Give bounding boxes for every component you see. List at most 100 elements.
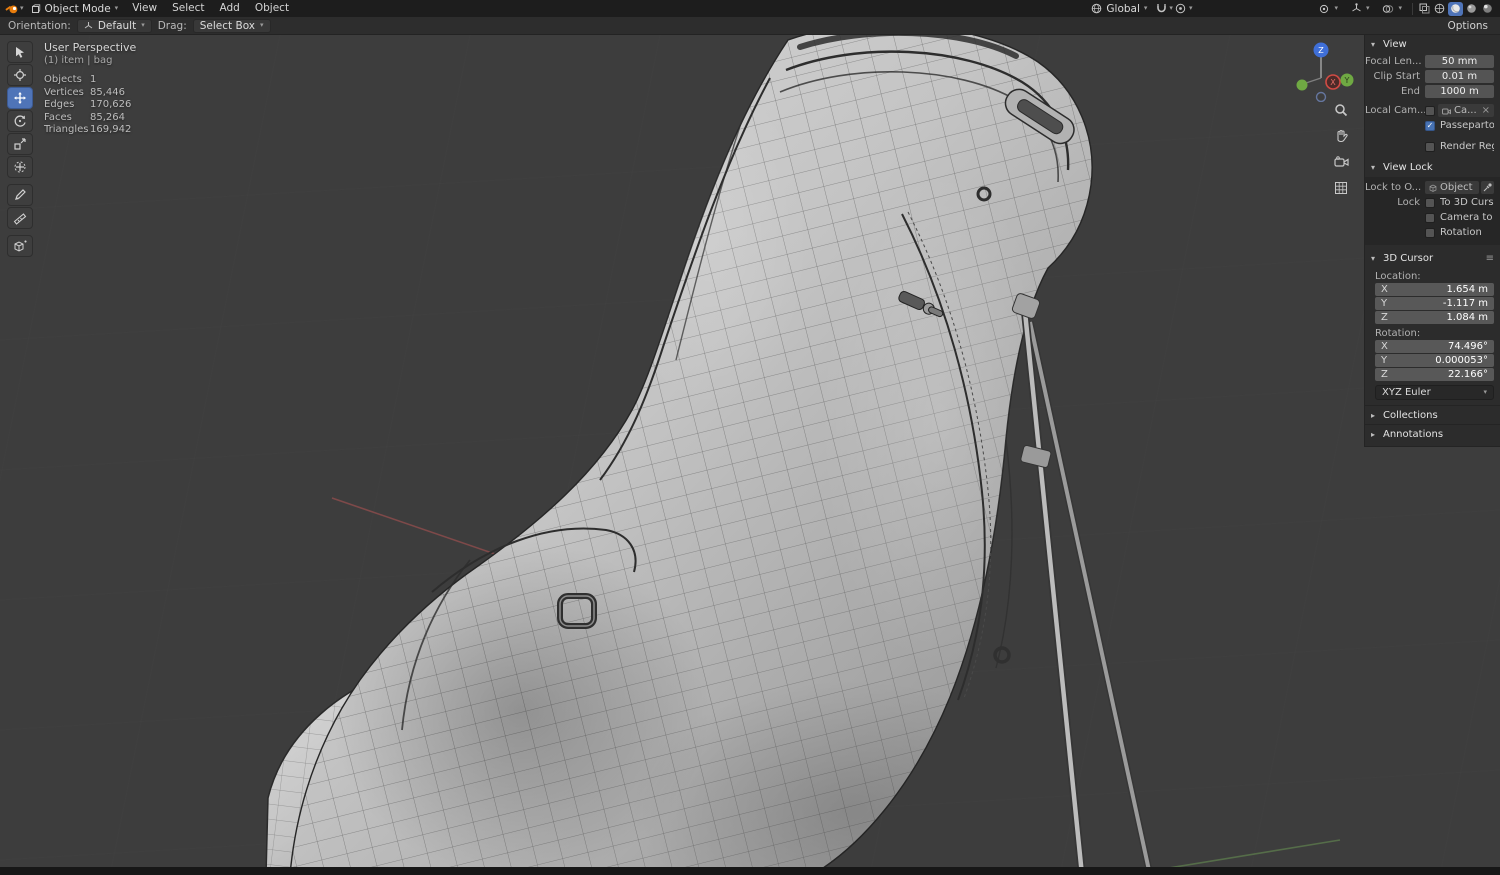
mode-dropdown-label: Object Mode (44, 2, 111, 15)
passepartout-checkbox[interactable]: ✓ (1425, 120, 1435, 131)
orthographic-grid-icon[interactable] (1332, 179, 1350, 197)
gizmo-z-neg-axis[interactable] (1315, 91, 1327, 103)
clip-start-label: Clip Start (1373, 71, 1421, 82)
scene-statistics: Objects 1 Vertices 85,446 Edges 170,626 Fac… (44, 74, 136, 137)
local-camera-checkbox[interactable] (1425, 105, 1435, 116)
render-region-checkbox[interactable] (1425, 141, 1435, 152)
lock-to-object-field[interactable]: Object (1425, 181, 1479, 194)
proportional-edit-icon[interactable] (1174, 2, 1188, 16)
scale-tool-button[interactable] (7, 133, 33, 155)
annotations-panel-header[interactable]: ▸ Annotations (1365, 424, 1500, 443)
annotate-tool-button[interactable] (7, 184, 33, 206)
menu-add[interactable]: Add (213, 0, 247, 17)
chevron-down-icon: ▾ (1371, 163, 1376, 172)
shading-rendered-button[interactable] (1480, 2, 1495, 16)
view-lock-panel-header[interactable]: ▾ View Lock (1365, 158, 1500, 176)
cursor-panel-header[interactable]: ▾ 3D Cursor ≡ (1365, 249, 1500, 267)
shading-wireframe-button[interactable] (1432, 2, 1447, 16)
options-button[interactable]: Options (1447, 20, 1492, 32)
camera-to-view-checkbox[interactable] (1425, 212, 1435, 223)
view-lock-panel-title: View Lock (1383, 162, 1433, 173)
clear-icon[interactable]: × (1482, 105, 1490, 116)
lock-rotation-checkbox[interactable] (1425, 227, 1435, 238)
cursor-rotation-z-field[interactable]: Z 22.166° (1375, 368, 1494, 381)
proportional-dropdown-chevron-icon[interactable]: ▾ (1189, 5, 1193, 12)
menu-view[interactable]: View (125, 0, 164, 17)
camera-to-view-label: Camera to Vi... (1440, 212, 1494, 223)
svg-text:X: X (1330, 78, 1336, 87)
gizmo-y-neg-axis[interactable] (1296, 79, 1308, 91)
focal-length-field[interactable]: 50 mm (1425, 55, 1494, 68)
blender-logo-icon[interactable] (5, 2, 19, 16)
lock-to-object-label: Lock to O... (1365, 182, 1422, 193)
shading-material-button[interactable] (1464, 2, 1479, 16)
shading-solid-button[interactable] (1448, 1, 1463, 16)
drag-select[interactable]: Select Box ▾ (192, 18, 271, 33)
add-cube-tool-button[interactable] (7, 235, 33, 257)
zoom-icon[interactable] (1332, 101, 1350, 119)
lock-to-3d-cursor-checkbox[interactable] (1425, 197, 1435, 208)
lock-label: Lock (1397, 197, 1420, 208)
mode-dropdown[interactable]: Object Mode ▾ (25, 1, 125, 16)
panel-menu-icon[interactable]: ≡ (1486, 253, 1494, 264)
clip-end-field[interactable]: 1000 m (1425, 85, 1494, 98)
chevron-right-icon: ▸ (1371, 430, 1376, 439)
cursor-rotation-y-field[interactable]: Y 0.000053° (1375, 354, 1494, 367)
pan-hand-icon[interactable] (1332, 127, 1350, 145)
local-camera-field[interactable]: Ca... × (1438, 104, 1494, 117)
stat-faces-label: Faces (44, 111, 72, 123)
add-cube-icon (14, 240, 27, 252)
menu-select[interactable]: Select (165, 0, 211, 17)
cursor-rotation-x-field[interactable]: X 74.496° (1375, 340, 1494, 353)
svg-text:Y: Y (1344, 76, 1350, 85)
menu-object[interactable]: Object (248, 0, 296, 17)
orientation-value: Default (97, 19, 137, 32)
view-panel-title: View (1383, 39, 1407, 50)
rotate-tool-button[interactable] (7, 110, 33, 132)
cursor-location-x-field[interactable]: X 1.654 m (1375, 283, 1494, 296)
annotations-panel-title: Annotations (1383, 429, 1444, 440)
transform-icon (14, 161, 26, 173)
transform-tool-button[interactable] (7, 156, 33, 178)
editor-type-chevron-icon[interactable]: ▾ (20, 5, 24, 12)
top-menu-bar: ▾ Object Mode ▾ View Select Add Object G… (0, 0, 1500, 17)
rotation-order-value: XYZ Euler (1382, 387, 1431, 398)
transform-orientation-dropdown[interactable]: Global ▾ (1085, 1, 1153, 16)
overlays-dropdown[interactable]: ▾ (1376, 1, 1408, 16)
navigation-gizmo[interactable]: Z X Y (1291, 38, 1357, 105)
rotation-order-select[interactable]: XYZ Euler ▾ (1375, 385, 1494, 400)
scene-canvas (0, 35, 1500, 867)
cursor-location-y-field[interactable]: Y -1.117 m (1375, 297, 1494, 310)
xray-toggle-icon[interactable] (1417, 2, 1431, 16)
view-panel-header[interactable]: ▾ View (1365, 35, 1500, 53)
chevron-down-icon: ▾ (1371, 254, 1376, 263)
camera-icon (1442, 108, 1451, 114)
select-cursor-icon (16, 47, 24, 58)
select-box-tool-button[interactable] (7, 41, 33, 63)
scale-icon (14, 138, 26, 150)
cursor-location-z-field[interactable]: Z 1.084 m (1375, 311, 1494, 324)
lock-to-object-value: Object (1440, 182, 1473, 193)
drag-value: Select Box (199, 19, 256, 32)
global-orientation-icon (1092, 3, 1102, 14)
eyedropper-button[interactable] (1481, 181, 1494, 194)
orientation-select[interactable]: Default ▾ (76, 18, 152, 33)
clip-start-field[interactable]: 0.01 m (1425, 70, 1494, 83)
move-tool-button[interactable] (7, 87, 33, 109)
gizmos-dropdown[interactable]: ▾ (1345, 1, 1376, 16)
measure-tool-button[interactable] (7, 207, 33, 229)
viewport-3d[interactable]: User Perspective (1) item | bag Objects 1… (0, 35, 1500, 867)
snap-magnet-icon[interactable] (1154, 2, 1168, 16)
pencil-icon (15, 189, 26, 200)
camera-view-icon[interactable] (1332, 153, 1350, 171)
viewport-info-overlay: User Perspective (1) item | bag Objects 1… (44, 41, 136, 137)
cursor-tool-button[interactable] (7, 64, 33, 86)
status-bar (0, 867, 1500, 875)
collections-panel-header[interactable]: ▸ Collections (1365, 405, 1500, 424)
stat-vertices-value: 85,446 (90, 86, 125, 98)
stat-objects-value: 1 (90, 74, 97, 85)
snap-dropdown-chevron-icon[interactable]: ▾ (1169, 5, 1173, 12)
ruler-icon (13, 213, 27, 225)
visibility-dropdown[interactable]: ▾ (1312, 1, 1344, 16)
overlays-icon (1383, 4, 1394, 13)
